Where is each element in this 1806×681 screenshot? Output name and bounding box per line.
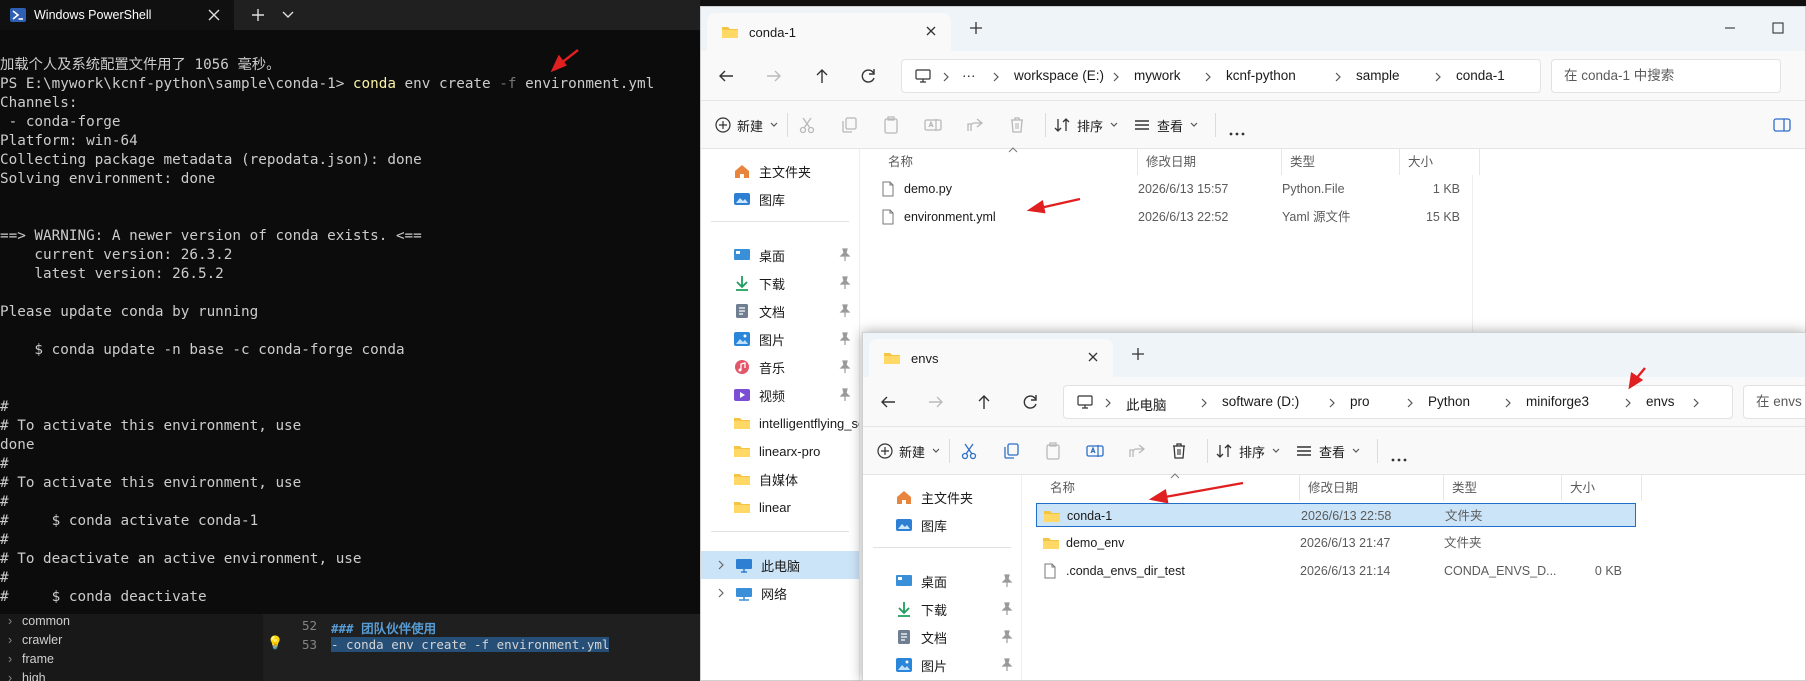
annotation-arrows bbox=[550, 49, 1646, 504]
annotation-arrow bbox=[1148, 481, 1244, 504]
annotation-arrow bbox=[1628, 367, 1646, 390]
annotation-arrow bbox=[550, 49, 579, 73]
annotation-arrow bbox=[1026, 197, 1081, 214]
